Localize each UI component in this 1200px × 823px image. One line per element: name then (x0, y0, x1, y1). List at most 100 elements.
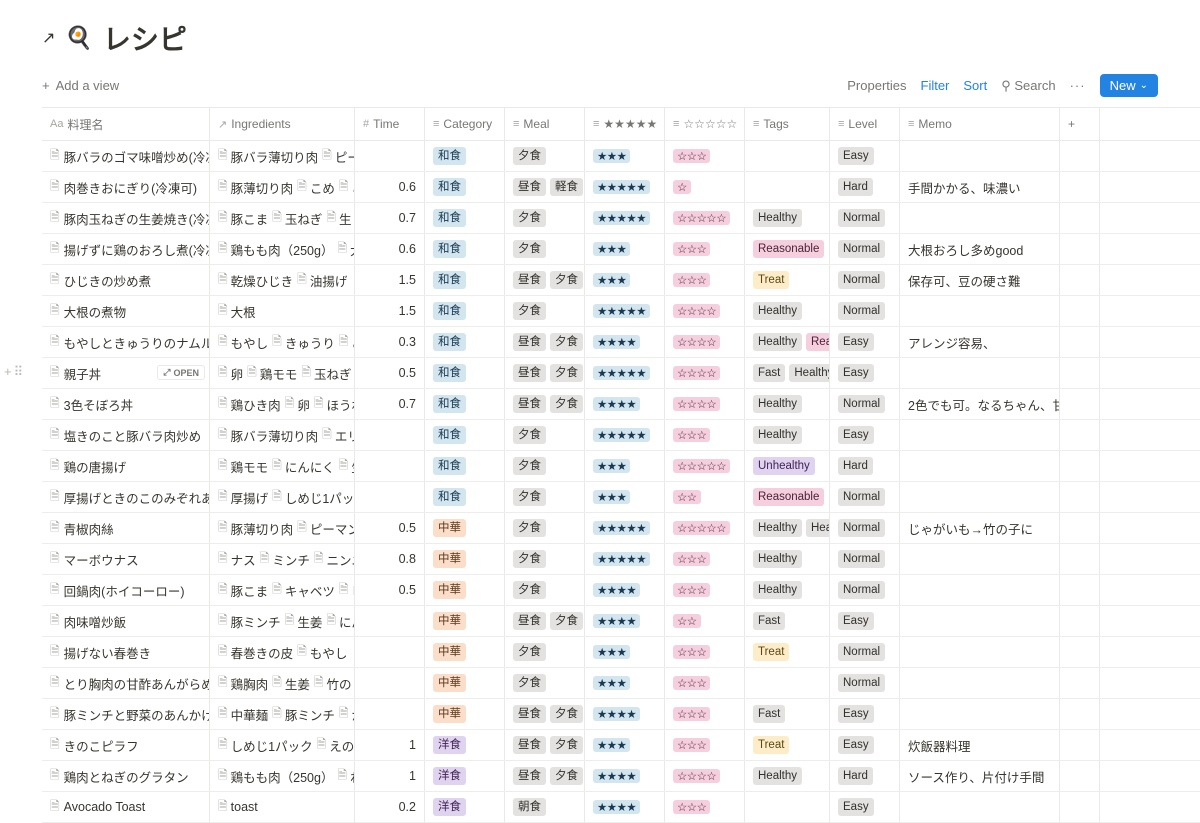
ingredient-link[interactable]: 🗎鶏胸肉 (218, 673, 268, 694)
category-cell[interactable]: 和食 (425, 482, 505, 512)
ingredient-link[interactable]: 🗎生姜 (272, 673, 310, 694)
ingredient-link[interactable]: 🗎えのき茸 (317, 735, 355, 756)
memo-cell[interactable] (900, 482, 1060, 512)
memo-cell[interactable]: 保存可、豆の硬さ難 (900, 265, 1060, 295)
meal-cell[interactable]: 夕食 (505, 482, 585, 512)
name-cell[interactable]: 🗎回鍋肉(ホイコーロー) (42, 575, 210, 605)
star-cell[interactable]: ★★★ (585, 730, 665, 760)
star-cell[interactable]: ★★★★ (585, 606, 665, 636)
tags-cell[interactable]: Healthy (745, 575, 830, 605)
time-cell[interactable] (355, 141, 425, 171)
tags-cell[interactable]: Treat (745, 730, 830, 760)
name-cell[interactable]: 🗎豚バラのゴマ味噌炒め(冷凍可) (42, 141, 210, 171)
name-cell[interactable]: 🗎Avocado Toast (42, 792, 210, 822)
memo-cell[interactable]: 大根おろし多めgood (900, 234, 1060, 264)
table-row[interactable]: 🗎青椒肉絲🗎豚薄切り肉 🗎ピーマン0.5中華夕食★★★★★☆☆☆☆☆Health… (42, 513, 1200, 544)
meal-cell[interactable]: 夕食 (505, 141, 585, 171)
ingredients-cell[interactable]: 🗎鶏ひき肉 🗎卵 🗎ほうれ (210, 389, 355, 419)
star-empty-cell[interactable]: ☆☆☆ (665, 668, 745, 698)
ingredients-cell[interactable]: 🗎豚ミンチ 🗎生姜 🗎にん (210, 606, 355, 636)
time-cell[interactable] (355, 668, 425, 698)
time-cell[interactable] (355, 482, 425, 512)
drag-handle-icon[interactable]: ⠿ (14, 364, 24, 380)
ingredient-link[interactable]: 🗎豚バラ薄切り肉 (218, 146, 318, 167)
level-cell[interactable]: Easy (830, 327, 900, 357)
tags-cell[interactable]: Fast (745, 699, 830, 729)
time-cell[interactable] (355, 420, 425, 450)
star-empty-cell[interactable]: ☆☆☆ (665, 575, 745, 605)
ingredient-link[interactable]: 🗎豚ミンチ (218, 611, 281, 632)
ingredients-cell[interactable]: 🗎鶏モモ 🗎にんにく 🗎生 (210, 451, 355, 481)
meal-cell[interactable]: 昼食 夕食 (505, 761, 585, 791)
table-row[interactable]: 🗎豚肉玉ねぎの生姜焼き(冷凍可)🗎豚こま 🗎玉ねぎ 🗎生0.7和食夕食★★★★★… (42, 203, 1200, 234)
col-star5[interactable]: ≡★★★★★ (585, 108, 665, 140)
star-empty-cell[interactable]: ☆☆☆ (665, 792, 745, 822)
tags-cell[interactable]: Reasonable (745, 482, 830, 512)
ingredient-link[interactable]: 🗎生 (339, 456, 355, 477)
category-cell[interactable]: 中華 (425, 544, 505, 574)
ingredient-link[interactable]: 🗎生姜 (285, 611, 323, 632)
table-row[interactable]: 🗎大根の煮物🗎大根1.5和食夕食★★★★★☆☆☆☆HealthyNormal (42, 296, 1200, 327)
category-cell[interactable]: 和食 (425, 265, 505, 295)
time-cell[interactable]: 0.8 (355, 544, 425, 574)
table-row[interactable]: 🗎3色そぼろ丼🗎鶏ひき肉 🗎卵 🗎ほうれ0.7和食昼食 夕食★★★★☆☆☆☆He… (42, 389, 1200, 420)
ingredients-cell[interactable]: 🗎鶏もも肉（250g） 🗎大 (210, 234, 355, 264)
time-cell[interactable]: 0.7 (355, 389, 425, 419)
ingredient-link[interactable]: 🗎しめじ1パック (218, 735, 313, 756)
ingredients-cell[interactable]: 🗎ナス 🗎ミンチ 🗎ニンニ (210, 544, 355, 574)
tags-cell[interactable] (745, 792, 830, 822)
tags-cell[interactable]: Healthy Reasonable (745, 327, 830, 357)
level-cell[interactable]: Hard (830, 451, 900, 481)
star-empty-cell[interactable]: ☆☆☆ (665, 730, 745, 760)
level-cell[interactable]: Easy (830, 730, 900, 760)
ingredient-link[interactable]: 🗎玉ねぎ (272, 208, 322, 229)
level-cell[interactable]: Easy (830, 606, 900, 636)
meal-cell[interactable]: 昼食 夕食 (505, 699, 585, 729)
ingredient-link[interactable]: 🗎ねぎ (337, 766, 355, 787)
name-cell[interactable]: 🗎豚ミンチと野菜のあんかけそば (42, 699, 210, 729)
name-cell[interactable]: 🗎厚揚げときのこのみぞれあんかけ (42, 482, 210, 512)
star-cell[interactable]: ★★★★ (585, 792, 665, 822)
level-cell[interactable]: Hard (830, 761, 900, 791)
ingredient-link[interactable]: 🗎キャベツ (272, 580, 335, 601)
ingredients-cell[interactable]: 🗎中華麺 🗎豚ミンチ 🗎か (210, 699, 355, 729)
name-cell[interactable]: 🗎青椒肉絲 (42, 513, 210, 543)
ingredient-link[interactable]: 🗎ピーマ (322, 146, 355, 167)
tags-cell[interactable]: Treat (745, 265, 830, 295)
memo-cell[interactable] (900, 668, 1060, 698)
table-row[interactable]: 🗎ひじきの炒め煮🗎乾燥ひじき 🗎油揚げ1.5和食昼食 夕食★★★☆☆☆Treat… (42, 265, 1200, 296)
ingredient-link[interactable]: 🗎豚薄切り肉 (218, 177, 293, 198)
ingredient-link[interactable]: 🗎豚こま (218, 580, 268, 601)
memo-cell[interactable]: 手間かかる、味濃い (900, 172, 1060, 202)
ingredient-link[interactable]: 🗎竹の (314, 673, 352, 694)
name-cell[interactable]: 🗎親子丼⤢OPEN (42, 358, 210, 388)
memo-cell[interactable] (900, 358, 1060, 388)
ingredients-cell[interactable]: 🗎厚揚げ 🗎しめじ1パック (210, 482, 355, 512)
star-cell[interactable]: ★★★★★ (585, 420, 665, 450)
category-cell[interactable]: 中華 (425, 699, 505, 729)
level-cell[interactable]: Normal (830, 296, 900, 326)
level-cell[interactable]: Normal (830, 234, 900, 264)
meal-cell[interactable]: 昼食 夕食 (505, 389, 585, 419)
ingredient-link[interactable]: 🗎大 (337, 239, 355, 260)
ingredient-link[interactable]: 🗎ニンニ (314, 549, 355, 570)
meal-cell[interactable]: 昼食 夕食 (505, 606, 585, 636)
tags-cell[interactable]: Healthy (745, 296, 830, 326)
ingredients-cell[interactable]: 🗎鶏もも肉（250g） 🗎ねぎ (210, 761, 355, 791)
level-cell[interactable]: Normal (830, 265, 900, 295)
star-empty-cell[interactable]: ☆☆☆☆☆ (665, 203, 745, 233)
category-cell[interactable]: 和食 (425, 327, 505, 357)
table-row[interactable]: 🗎豚バラのゴマ味噌炒め(冷凍可)🗎豚バラ薄切り肉 🗎ピーマ和食夕食★★★☆☆☆E… (42, 141, 1200, 172)
ingredients-cell[interactable]: 🗎豚こま 🗎キャベツ 🗎ピ (210, 575, 355, 605)
memo-cell[interactable] (900, 792, 1060, 822)
time-cell[interactable]: 1 (355, 761, 425, 791)
category-cell[interactable]: 和食 (425, 296, 505, 326)
table-row[interactable]: 🗎鶏肉とねぎのグラタン🗎鶏もも肉（250g） 🗎ねぎ1洋食昼食 夕食★★★★☆☆… (42, 761, 1200, 792)
level-cell[interactable]: Normal (830, 482, 900, 512)
ingredient-link[interactable]: 🗎玉ねぎ (301, 363, 351, 384)
ingredient-link[interactable]: 🗎厚揚げ (218, 487, 268, 508)
name-cell[interactable]: 🗎3色そぼろ丼 (42, 389, 210, 419)
ingredients-cell[interactable]: 🗎toast (210, 792, 355, 822)
name-cell[interactable]: 🗎豚肉玉ねぎの生姜焼き(冷凍可) (42, 203, 210, 233)
ingredient-link[interactable]: 🗎中華麺 (218, 704, 268, 725)
